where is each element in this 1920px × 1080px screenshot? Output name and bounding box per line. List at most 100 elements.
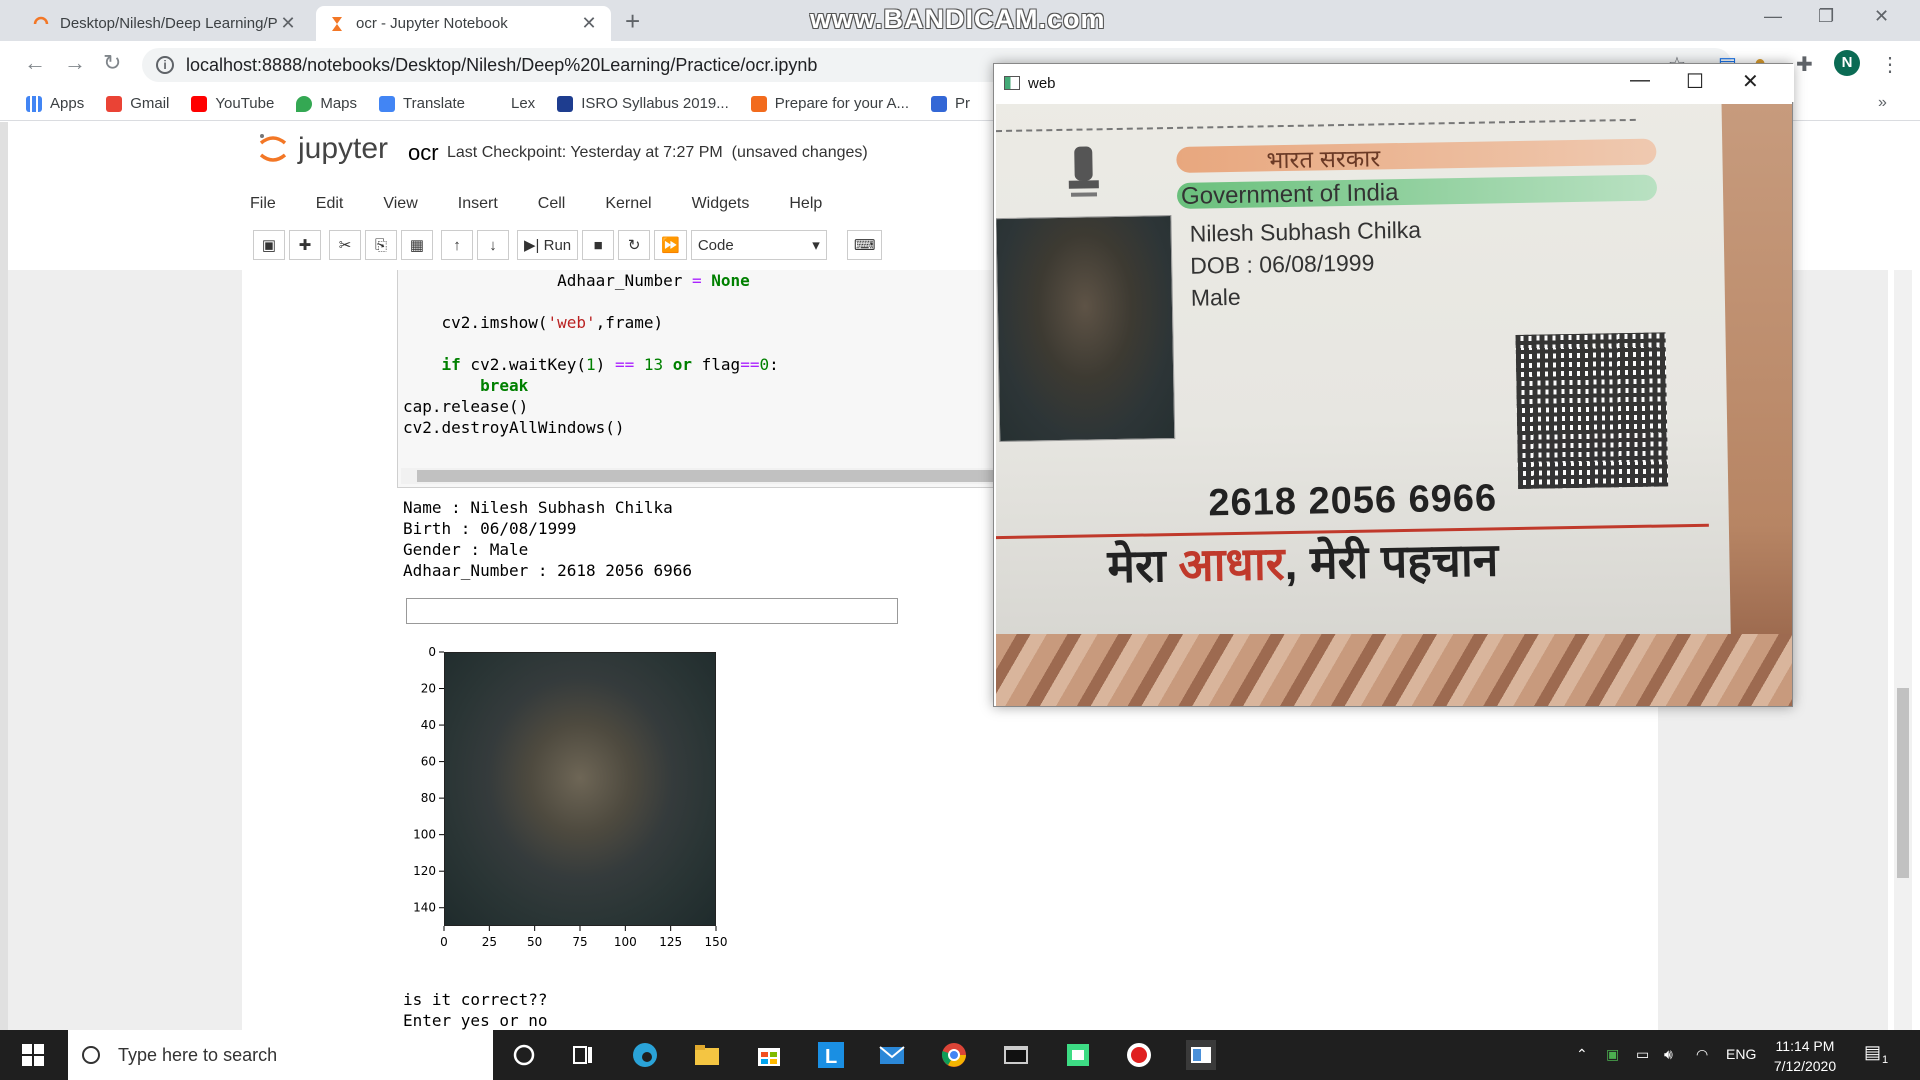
cut-icon[interactable]: ✂ bbox=[329, 230, 361, 260]
store-icon[interactable] bbox=[754, 1040, 784, 1070]
taskbar-search-box[interactable]: Type here to search bbox=[68, 1030, 493, 1080]
code-line: cv2.destroyAllWindows() bbox=[403, 418, 625, 437]
menu-edit[interactable]: Edit bbox=[316, 195, 344, 213]
jupyter-loading-icon bbox=[33, 16, 49, 24]
extensions-puzzle-icon[interactable]: ✚ bbox=[1796, 52, 1813, 77]
cortana-icon[interactable] bbox=[509, 1040, 539, 1070]
lex-icon bbox=[487, 95, 503, 112]
x-tick-label: 0 bbox=[440, 935, 448, 949]
maximize-icon[interactable]: ☐ bbox=[1686, 69, 1704, 94]
save-icon[interactable]: ▣ bbox=[253, 230, 285, 260]
menu-insert[interactable]: Insert bbox=[458, 195, 498, 213]
close-tab-icon[interactable]: ✕ bbox=[278, 13, 298, 34]
bookmark-maps[interactable]: Maps bbox=[296, 95, 357, 112]
scrollbar-thumb[interactable] bbox=[417, 470, 997, 482]
move-down-icon[interactable]: ↓ bbox=[477, 230, 509, 260]
tab-file-browser[interactable]: Desktop/Nilesh/Deep Learning/P ✕ bbox=[20, 6, 310, 41]
more-menu-icon[interactable]: ⋮ bbox=[1880, 52, 1900, 77]
show-hidden-icons[interactable]: ⌃ bbox=[1576, 1046, 1588, 1063]
volume-icon[interactable]: 🔊︎ bbox=[1664, 1046, 1673, 1063]
run-button[interactable]: ▶| Run bbox=[517, 230, 579, 260]
nvidia-icon[interactable]: ▣ bbox=[1606, 1046, 1619, 1063]
menu-help[interactable]: Help bbox=[789, 195, 822, 213]
reload-icon[interactable]: ↻ bbox=[103, 50, 121, 76]
jupyter-logo[interactable]: jupyter bbox=[258, 132, 388, 166]
webcam-window-titlebar[interactable]: web bbox=[994, 64, 1794, 102]
android-studio-icon[interactable] bbox=[1063, 1040, 1093, 1070]
menu-view[interactable]: View bbox=[383, 195, 417, 213]
notification-icon[interactable]: ▤ bbox=[1864, 1042, 1881, 1063]
minimize-icon[interactable]: — bbox=[1630, 69, 1650, 92]
task-view-icon[interactable] bbox=[568, 1040, 598, 1070]
webcam-window[interactable]: web — ☐ ✕ भारत सरकार Government of India… bbox=[993, 63, 1794, 707]
notebook-menubar: File Edit View Insert Cell Kernel Widget… bbox=[250, 186, 862, 222]
paste-icon[interactable]: ▦ bbox=[401, 230, 433, 260]
bandicam-record-icon[interactable] bbox=[1124, 1040, 1154, 1070]
back-icon[interactable]: ← bbox=[24, 50, 46, 76]
page-scrollbar[interactable] bbox=[1894, 270, 1912, 1030]
more-bookmarks-icon[interactable]: » bbox=[1878, 94, 1887, 112]
translate-icon bbox=[379, 95, 396, 112]
bookmark-translate[interactable]: Translate bbox=[379, 95, 465, 112]
language-indicator[interactable]: ENG bbox=[1726, 1046, 1756, 1062]
menu-widgets[interactable]: Widgets bbox=[692, 195, 750, 213]
new-tab-button[interactable]: + bbox=[625, 6, 640, 37]
code-horizontal-scrollbar[interactable] bbox=[401, 468, 997, 484]
notebook-name[interactable]: ocr bbox=[408, 140, 439, 166]
close-icon[interactable]: ✕ bbox=[1742, 69, 1759, 94]
bookmark-apps[interactable]: Apps bbox=[26, 95, 84, 112]
insert-cell-icon[interactable]: ✚ bbox=[289, 230, 321, 260]
lex-app-icon[interactable]: L bbox=[816, 1040, 846, 1070]
forward-icon[interactable]: → bbox=[64, 50, 86, 76]
cell-type-select[interactable]: Code ▾ bbox=[690, 230, 827, 260]
python-window-icon[interactable] bbox=[1186, 1040, 1216, 1070]
x-tick-label: 50 bbox=[527, 935, 542, 949]
mail-icon[interactable] bbox=[877, 1040, 907, 1070]
file-explorer-icon[interactable] bbox=[692, 1040, 722, 1070]
bookmark-prepare[interactable]: Prepare for your A... bbox=[750, 95, 909, 112]
copy-icon[interactable]: ⎘ bbox=[365, 230, 397, 260]
minimize-icon[interactable]: — bbox=[1764, 6, 1782, 27]
wifi-icon[interactable]: ◠ bbox=[1696, 1046, 1708, 1063]
tab-title: Desktop/Nilesh/Deep Learning/P bbox=[60, 15, 278, 32]
close-tab-icon[interactable]: ✕ bbox=[579, 13, 599, 34]
menu-kernel[interactable]: Kernel bbox=[605, 195, 651, 213]
system-clock[interactable]: 11:14 PM 7/12/2020 bbox=[1770, 1036, 1840, 1076]
output-line: Adhaar_Number : 2618 2056 6966 bbox=[403, 561, 692, 580]
menu-file[interactable]: File bbox=[250, 195, 276, 213]
bookmark-gmail[interactable]: Gmail bbox=[106, 95, 169, 112]
restart-icon[interactable]: ↻ bbox=[618, 230, 651, 260]
jupyter-logo-icon bbox=[259, 134, 287, 162]
windows-start-icon[interactable] bbox=[22, 1044, 44, 1066]
jupyter-wordmark: jupyter bbox=[298, 132, 389, 165]
scrollbar-thumb[interactable] bbox=[1897, 688, 1909, 878]
chrome-icon[interactable] bbox=[939, 1040, 969, 1070]
edge-icon[interactable] bbox=[630, 1040, 660, 1070]
bookmark-pr[interactable]: Pr bbox=[931, 95, 970, 112]
keyboard-icon[interactable]: ⌨ bbox=[846, 230, 883, 260]
image-plot-axes: 0 25 50 75 100 125 150 0 20 40 60 80 100 120 140 bbox=[413, 645, 727, 949]
cut-line bbox=[996, 118, 1636, 133]
battery-icon[interactable]: ▭ bbox=[1636, 1046, 1649, 1063]
bookmark-lex[interactable]: Lex bbox=[487, 95, 535, 112]
svg-text:L: L bbox=[825, 1046, 837, 1068]
interrupt-icon[interactable]: ■ bbox=[582, 230, 615, 260]
stdin-input-field[interactable] bbox=[406, 598, 898, 624]
terminal-icon[interactable] bbox=[1001, 1040, 1031, 1070]
site-info-icon[interactable]: i bbox=[156, 56, 174, 74]
restart-run-all-icon[interactable]: ⏩ bbox=[654, 230, 687, 260]
isro-icon bbox=[557, 95, 574, 112]
bookmark-isro[interactable]: ISRO Syllabus 2019... bbox=[557, 95, 729, 112]
restore-icon[interactable]: ❐ bbox=[1818, 6, 1834, 27]
x-tick-label: 75 bbox=[572, 935, 587, 949]
bookmark-youtube[interactable]: YouTube bbox=[191, 95, 274, 112]
move-up-icon[interactable]: ↑ bbox=[441, 230, 473, 260]
chevron-down-icon: ▾ bbox=[812, 237, 820, 254]
profile-avatar[interactable]: N bbox=[1834, 50, 1860, 76]
close-window-icon[interactable]: ✕ bbox=[1874, 6, 1889, 27]
tab-ocr-notebook[interactable]: ocr - Jupyter Notebook ✕ bbox=[316, 6, 611, 41]
menu-cell[interactable]: Cell bbox=[538, 195, 566, 213]
code-line: Adhaar_Number = None bbox=[403, 271, 750, 290]
apps-grid-icon bbox=[26, 95, 42, 112]
clock-date: 7/12/2020 bbox=[1773, 1058, 1837, 1074]
